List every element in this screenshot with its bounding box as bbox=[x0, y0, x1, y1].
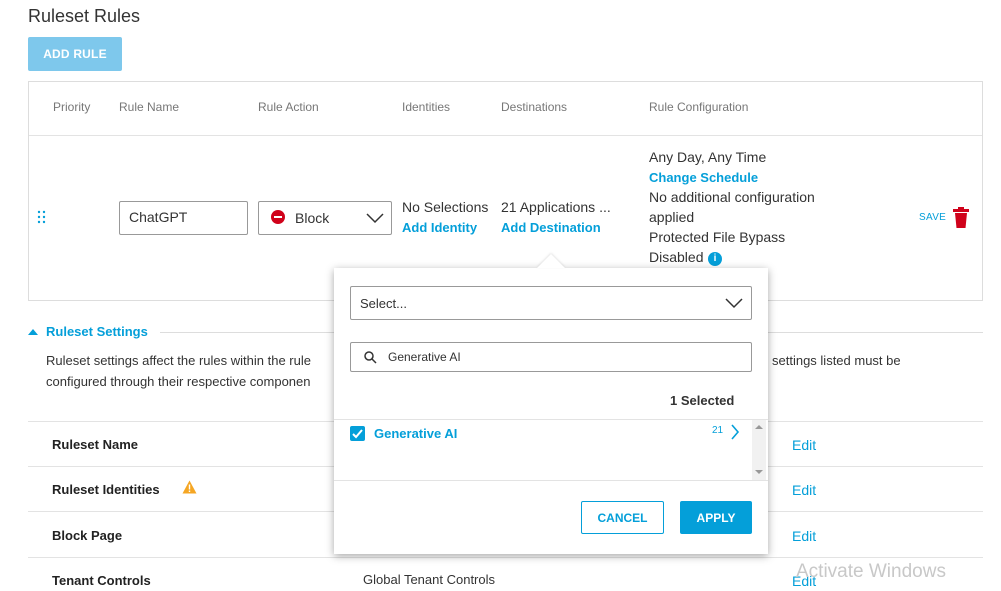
popup-caret bbox=[537, 254, 565, 268]
caret-up-icon bbox=[28, 329, 38, 335]
identities-value: No Selections bbox=[402, 199, 489, 215]
config-additional: No additional configuration bbox=[649, 189, 815, 205]
destination-search-input[interactable]: Generative AI bbox=[350, 342, 752, 372]
cancel-button[interactable]: CANCEL bbox=[581, 501, 664, 534]
apply-button[interactable]: APPLY bbox=[680, 501, 752, 534]
header-rule-configuration: Rule Configuration bbox=[649, 100, 749, 114]
table-header-divider bbox=[29, 135, 982, 136]
generative-ai-count: 21 bbox=[712, 425, 724, 436]
trash-icon[interactable] bbox=[953, 207, 969, 229]
edit-block-page-link[interactable]: Edit bbox=[792, 528, 816, 544]
block-page-label: Block Page bbox=[52, 528, 123, 543]
rule-name-input[interactable]: ChatGPT bbox=[119, 201, 248, 235]
warning-icon bbox=[182, 480, 197, 494]
generative-ai-checkbox[interactable] bbox=[350, 426, 365, 441]
save-button[interactable]: SAVE bbox=[919, 212, 946, 223]
block-icon bbox=[271, 210, 285, 224]
chevron-right-icon[interactable] bbox=[730, 424, 740, 440]
tenant-controls-value: Global Tenant Controls bbox=[363, 572, 496, 587]
ruleset-identities-label: Ruleset Identities bbox=[52, 482, 160, 497]
destinations-value: 21 Applications ... bbox=[501, 199, 611, 215]
rule-action-value: Block bbox=[295, 210, 330, 226]
search-value: Generative AI bbox=[388, 350, 461, 364]
config-disabled: Disabled bbox=[649, 249, 704, 265]
generative-ai-label[interactable]: Generative AI bbox=[374, 426, 457, 441]
edit-ruleset-name-link[interactable]: Edit bbox=[792, 437, 816, 453]
add-identity-link[interactable]: Add Identity bbox=[402, 220, 477, 235]
checkmark-icon bbox=[352, 429, 363, 439]
config-applied: applied bbox=[649, 209, 695, 225]
scroll-down-icon[interactable] bbox=[755, 469, 763, 475]
ruleset-settings-label: Ruleset Settings bbox=[46, 324, 148, 339]
info-icon[interactable]: i bbox=[708, 252, 722, 266]
page-title: Ruleset Rules bbox=[28, 6, 141, 26]
ruleset-name-label: Ruleset Name bbox=[52, 437, 138, 452]
edit-ruleset-identities-link[interactable]: Edit bbox=[792, 482, 816, 498]
header-destinations: Destinations bbox=[501, 100, 568, 114]
header-rule-action: Rule Action bbox=[258, 100, 319, 114]
rule-action-select[interactable]: Block bbox=[258, 201, 392, 235]
list-scrollbar[interactable] bbox=[752, 420, 766, 480]
header-priority: Priority bbox=[53, 100, 91, 114]
settings-row-divider bbox=[28, 557, 983, 558]
selected-count: 1 Selected bbox=[670, 393, 735, 408]
header-identities: Identities bbox=[402, 100, 451, 114]
config-schedule: Any Day, Any Time bbox=[649, 149, 767, 165]
settings-description-right: settings listed must be bbox=[772, 353, 901, 368]
header-rule-name: Rule Name bbox=[119, 100, 180, 114]
activate-windows-watermark: Activate Windows bbox=[796, 561, 946, 582]
search-icon bbox=[364, 351, 377, 364]
settings-description: Ruleset settings affect the rules within… bbox=[46, 353, 311, 389]
drag-handle-icon[interactable] bbox=[37, 210, 47, 224]
add-rule-button[interactable]: ADD RULE bbox=[28, 37, 122, 71]
destination-type-select[interactable]: Select... bbox=[350, 286, 752, 320]
chevron-down-icon bbox=[725, 298, 743, 309]
change-schedule-link[interactable]: Change Schedule bbox=[649, 170, 758, 185]
add-destination-link[interactable]: Add Destination bbox=[501, 220, 601, 235]
scroll-up-icon[interactable] bbox=[755, 424, 763, 430]
tenant-controls-label: Tenant Controls bbox=[52, 573, 151, 588]
select-placeholder: Select... bbox=[360, 296, 407, 311]
destination-popup: Select... Generative AI 1 Selected Gener… bbox=[334, 268, 768, 554]
list-divider bbox=[334, 480, 768, 481]
config-file-bypass: Protected File Bypass bbox=[649, 229, 786, 245]
chevron-down-icon bbox=[366, 213, 384, 224]
list-divider bbox=[334, 419, 768, 420]
